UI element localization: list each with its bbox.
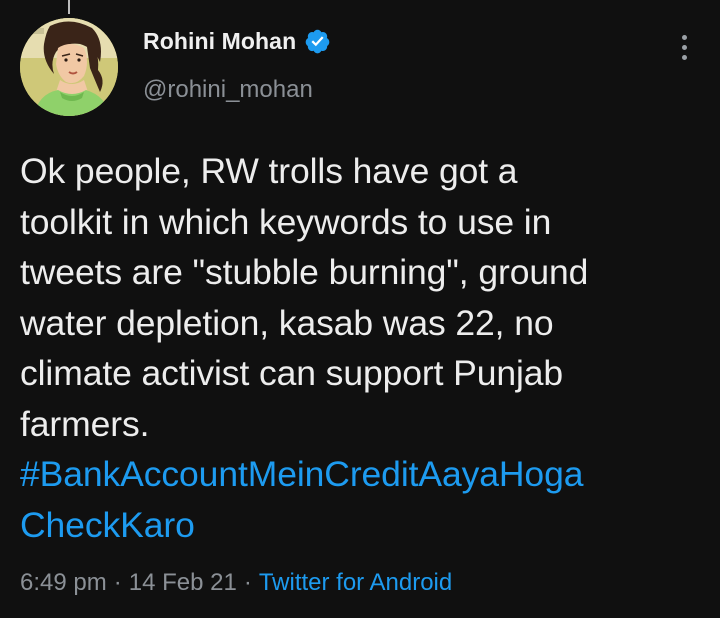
tweet-date[interactable]: 14 Feb 21 <box>129 569 237 596</box>
hashtag-link[interactable]: #BankAccountMeinCreditAayaHoga <box>20 449 700 500</box>
author-display-name[interactable]: Rohini Mohan <box>143 28 296 55</box>
more-vertical-icon-dot <box>681 44 687 50</box>
hashtag-link-continued[interactable]: CheckKaro <box>20 500 700 551</box>
avatar[interactable] <box>20 18 118 116</box>
tweet: Rohini Mohan @rohini_mohan Ok people, RW… <box>0 0 720 618</box>
author-name-row: Rohini Mohan <box>143 28 331 55</box>
author-handle[interactable]: @rohini_mohan <box>143 76 313 104</box>
tweet-metadata: 6:49 pm · 14 Feb 21 · Twitter for Android <box>20 569 452 597</box>
tweet-text-line: farmers. <box>20 403 150 444</box>
more-options-button[interactable] <box>671 32 697 62</box>
more-vertical-icon-dot <box>681 54 687 60</box>
tweet-text-line: toolkit in which keywords to use in <box>20 201 552 242</box>
more-vertical-icon <box>681 34 687 40</box>
tweet-text-line: tweets are "stubble burning", ground <box>20 252 589 292</box>
tweet-text-line: water depletion, kasab was 22, no <box>20 302 554 343</box>
verified-badge-icon <box>304 28 331 55</box>
tweet-source-link[interactable]: Twitter for Android <box>259 569 452 596</box>
thread-connector-line <box>68 0 70 14</box>
illustrated-woman-avatar-icon <box>20 18 118 116</box>
tweet-text-line: climate activist can support Punjab <box>20 353 564 393</box>
tweet-time[interactable]: 6:49 pm <box>20 569 107 596</box>
meta-separator: · <box>243 569 252 596</box>
tweet-text: Ok people, RW trolls have got a toolkit … <box>20 146 700 550</box>
meta-separator: · <box>113 569 122 596</box>
tweet-text-line: Ok people, RW trolls have got a <box>20 151 518 191</box>
